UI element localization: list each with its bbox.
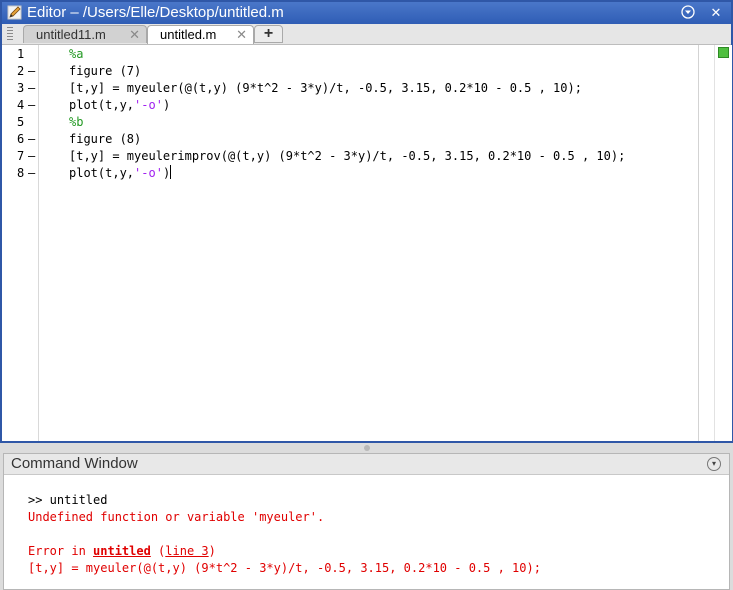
code-area[interactable]: %a figure (7) [t,y] = myeuler(@(t,y) (9*… [39,45,697,441]
editor-title: Editor – /Users/Elle/Desktop/untitled.m [27,4,284,21]
command-prompt-line[interactable]: >> untitled [28,492,107,509]
code-line-7[interactable]: [t,y] = myeulerimprov(@(t,y) (9*t^2 - 3*… [69,148,625,165]
tab-close-icon[interactable]: ✕ [129,26,140,43]
line-number: 7– [17,149,36,163]
splitter-handle[interactable] [364,445,370,451]
line-number: 3– [17,81,36,95]
panel-splitter[interactable] [0,443,733,453]
command-window-header: Command Window ▾ [4,454,729,475]
code-line-8[interactable]: plot(t,y,'-o') [69,165,172,182]
tab-untitled11[interactable]: untitled11.m ✕ [23,25,147,43]
code-line-5[interactable]: %b [69,114,83,131]
command-window-title: Command Window [11,455,138,472]
line-number: 4– [17,98,36,112]
error-file-link[interactable]: untitled [93,544,151,558]
code-analyzer-strip[interactable] [714,45,732,441]
code-line-4[interactable]: plot(t,y,'-o') [69,97,170,114]
error-line-link[interactable]: line 3 [165,544,208,558]
command-window-menu-icon[interactable]: ▾ [707,457,721,471]
editor-window: Editor – /Users/Elle/Desktop/untitled.m … [0,0,733,443]
line-number: 6– [17,132,36,146]
code-line-3[interactable]: [t,y] = myeuler(@(t,y) (9*t^2 - 3*y)/t, … [69,80,582,97]
editor-close-icon[interactable]: ✕ [708,5,724,21]
line-number: 1 [17,47,25,61]
code-line-1[interactable]: %a [69,46,83,63]
tab-label: untitled11.m [36,27,106,42]
code-line-6[interactable]: figure (8) [69,131,141,148]
line-number-gutter: 1 2– 3– 4– 5 6– 7– 8– [2,45,39,441]
tab-untitled[interactable]: untitled.m ✕ [147,25,254,44]
editor-tab-bar: untitled11.m ✕ untitled.m ✕ + [2,24,731,45]
code-line-2[interactable]: figure (7) [69,63,141,80]
tab-close-icon[interactable]: ✕ [236,26,247,43]
error-code-line: [t,y] = myeuler(@(t,y) (9*t^2 - 3*y)/t, … [28,561,541,575]
right-margin-line [698,45,699,441]
editor-menu-icon[interactable] [680,5,696,21]
error-location-line: Error in untitled (line 3) [28,544,216,558]
line-number: 8– [17,166,36,180]
editor-pencil-icon [7,5,22,20]
editor-titlebar: Editor – /Users/Elle/Desktop/untitled.m … [2,2,731,24]
line-number: 5 [17,115,25,129]
add-tab-button[interactable]: + [254,25,283,43]
error-message: Undefined function or variable 'myeuler'… [28,510,325,524]
line-number: 2– [17,64,36,78]
analyzer-status-icon[interactable] [718,47,729,58]
tab-grip-icon[interactable] [7,27,13,41]
text-cursor [170,165,172,179]
command-window[interactable]: Command Window ▾ >> untitled Undefined f… [3,453,730,590]
tab-label: untitled.m [160,27,217,42]
